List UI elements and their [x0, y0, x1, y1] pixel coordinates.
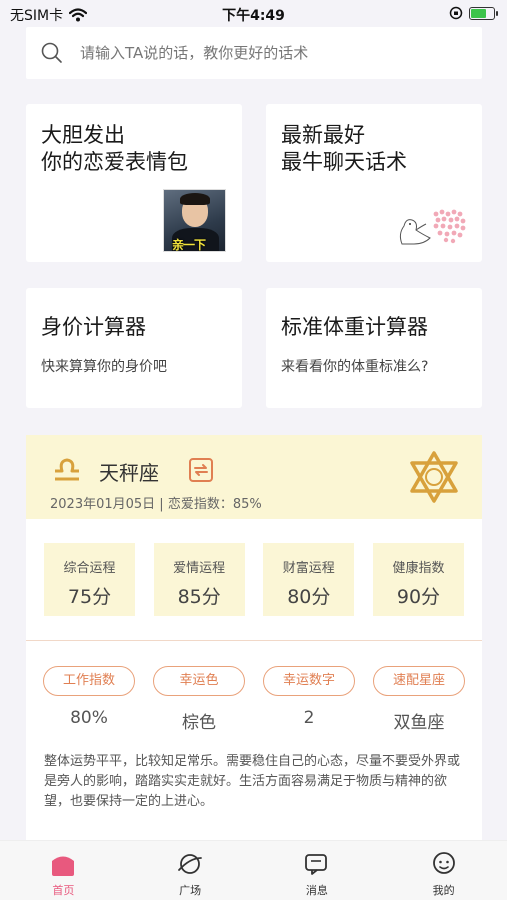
score-label: 财富运程 [282, 561, 335, 576]
zodiac-sign-name: 天秤座 [99, 461, 159, 485]
horoscope-header: 天秤座 2023年01月05日 | 恋爱指数：85% [26, 435, 482, 519]
index-work: 工作指数 80% [43, 666, 135, 733]
index-value: 双鱼座 [393, 713, 445, 733]
index-chip: 幸运数字 [263, 666, 355, 696]
sticker-photo: 亲一下 [163, 189, 226, 252]
index-value: 棕色 [182, 713, 216, 733]
chat-tips-card[interactable]: 最新最好 最牛聊天话术 [266, 104, 482, 262]
status-right [449, 6, 498, 20]
score-value: 90分 [396, 586, 441, 608]
score-label: 爱情运程 [173, 561, 226, 576]
index-value: 2 [303, 708, 315, 728]
score-wealth: 财富运程 80分 [263, 543, 355, 616]
score-label: 综合运程 [63, 561, 116, 576]
score-value: 80分 [287, 586, 331, 608]
worth-calculator-subtitle: 快来算算你的身价吧 [41, 359, 167, 375]
battery-fill [471, 8, 487, 18]
tab-home[interactable]: 首页 [0, 841, 127, 900]
tab-bar: 首页 广场 消息 我的 [0, 840, 507, 900]
horoscope-panel: 天秤座 2023年01月05日 | 恋爱指数：85% 综合运程 75分 爱情运程… [26, 435, 482, 845]
score-overall: 综合运程 75分 [44, 543, 135, 616]
index-lucky-color: 幸运色 棕色 [153, 666, 245, 733]
horoscope-description: 整体运势平平，比较知足常乐。需要稳住自己的心态，尽量不要受外界或是旁人的影响，踏… [44, 754, 461, 809]
horoscope-date: 2023年01月05日 | 恋爱指数：85% [50, 497, 262, 512]
chat-tips-card-title: 最新最好 最牛聊天话术 [281, 122, 407, 176]
zodiac-star-icon [410, 451, 458, 503]
score-value: 85分 [177, 586, 221, 608]
orientation-lock-icon [449, 6, 463, 20]
fortune-scores: 综合运程 75分 爱情运程 85分 财富运程 80分 健康指数 90分 [44, 543, 464, 616]
status-bar: 无SIM卡 下午4:49 [0, 0, 507, 28]
home-icon [52, 856, 75, 876]
tab-label: 我的 [432, 884, 455, 897]
weight-calculator-title: 标准体重计算器 [281, 315, 428, 339]
score-label: 健康指数 [392, 561, 445, 576]
weight-calculator-card[interactable]: 标准体重计算器 来看看你的体重标准么? [266, 288, 482, 408]
search-icon [41, 42, 62, 63]
tab-square[interactable]: 广场 [127, 841, 254, 900]
status-time: 下午4:49 [222, 8, 285, 24]
tab-label: 消息 [305, 884, 328, 897]
libra-icon [55, 458, 79, 481]
profile-icon [432, 852, 455, 874]
seal-hearts-illustration [399, 209, 466, 245]
planet-icon [178, 854, 203, 874]
tab-label: 首页 [52, 884, 75, 897]
tab-label: 广场 [179, 884, 202, 897]
index-chip: 工作指数 [43, 666, 135, 696]
battery-icon [469, 6, 498, 20]
index-chip: 幸运色 [153, 666, 245, 696]
search-input[interactable] [80, 44, 482, 62]
score-love: 爱情运程 85分 [153, 543, 245, 616]
sticker-card-title-line2: 你的恋爱表情包 [41, 150, 188, 174]
tab-messages[interactable]: 消息 [254, 841, 381, 900]
sticker-caption: 亲一下 [172, 238, 206, 252]
sticker-card-title: 大胆发出 你的恋爱表情包 [41, 122, 188, 176]
worth-calculator-title: 身价计算器 [41, 315, 146, 339]
sticker-card[interactable]: 大胆发出 你的恋爱表情包 亲一下 [26, 104, 242, 262]
message-icon [304, 854, 327, 875]
score-value: 75分 [67, 586, 112, 608]
tab-profile[interactable]: 我的 [380, 841, 507, 900]
worth-calculator-card[interactable]: 身价计算器 快来算算你的身价吧 [26, 288, 242, 408]
weight-calculator-subtitle: 来看看你的体重标准么? [281, 359, 429, 375]
chat-tips-card-title-line2: 最牛聊天话术 [281, 150, 407, 174]
sticker-card-title-line1: 大胆发出 [41, 123, 125, 147]
score-health: 健康指数 90分 [372, 543, 464, 616]
index-value: 80% [70, 708, 108, 728]
index-match-sign: 速配星座 双鱼座 [373, 666, 465, 733]
chat-tips-card-title-line1: 最新最好 [281, 123, 365, 147]
index-lucky-number: 幸运数字 2 [263, 666, 355, 733]
fortune-indices: 工作指数 80% 幸运色 棕色 幸运数字 2 速配星座 双鱼座 [43, 666, 465, 733]
index-chip: 速配星座 [373, 666, 465, 696]
switch-icon[interactable] [188, 457, 214, 483]
search-bar[interactable] [26, 27, 482, 79]
divider [26, 640, 482, 641]
